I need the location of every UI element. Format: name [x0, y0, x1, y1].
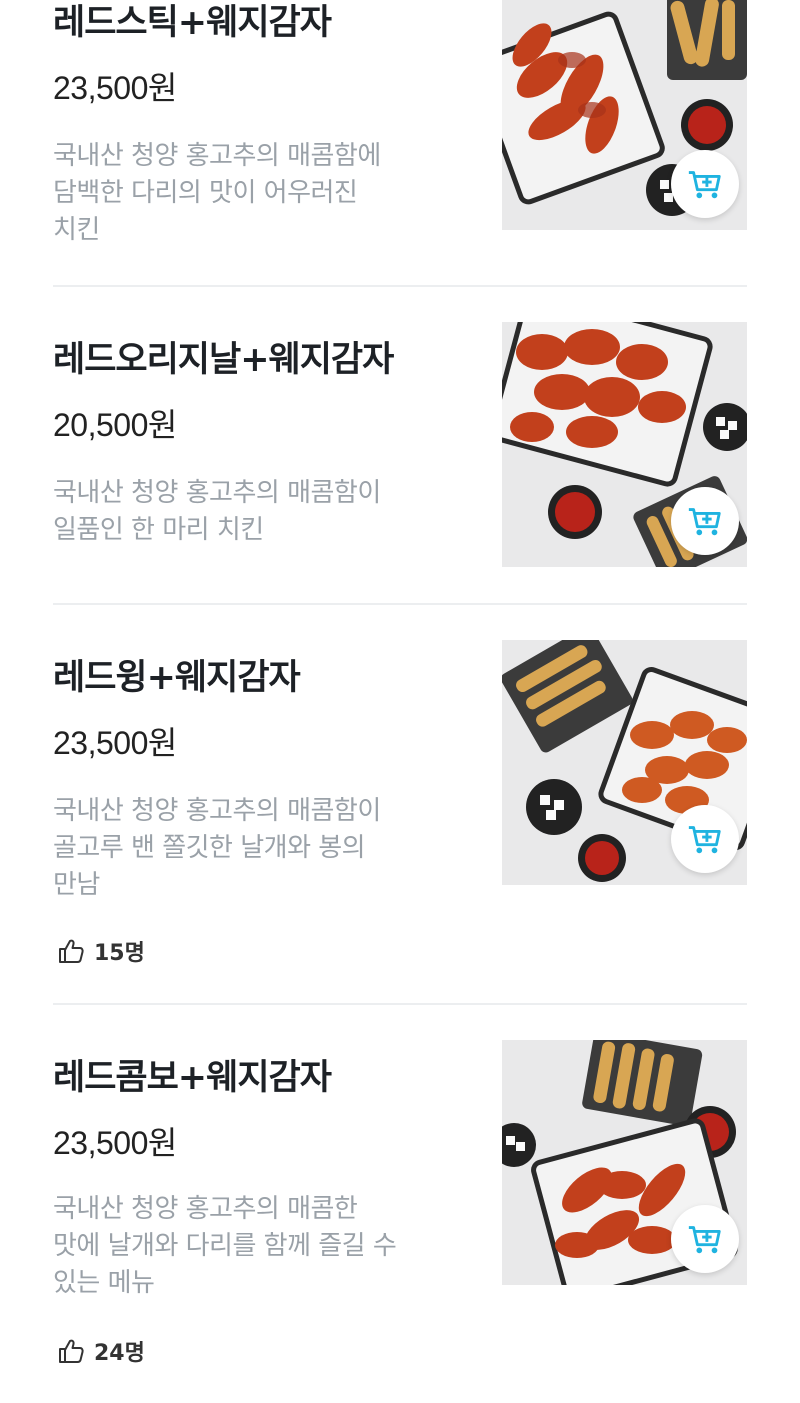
menu-item-price: 23,500원	[53, 1125, 177, 1161]
description-line: 담백한 다리의 맛이 어우러진	[53, 178, 358, 208]
description-line: 치킨	[53, 215, 100, 245]
menu-item[interactable]: 레드오리지날+웨지감자 20,500원 국내산 청양 홍고추의 매콤함이 일품인…	[53, 287, 747, 603]
like-count[interactable]: 24명	[57, 1335, 145, 1367]
description-line: 국내산 청양 홍고추의 매콤함이	[53, 796, 381, 826]
like-count[interactable]: 15명	[57, 935, 145, 967]
add-to-cart-icon	[688, 1226, 721, 1254]
menu-item-description: 국내산 청양 홍고추의 매콤함이 골고루 밴 쫄깃한 날개와 봉의 만남	[53, 793, 463, 904]
menu-item-price: 23,500원	[53, 725, 177, 761]
add-to-cart-button[interactable]	[671, 1205, 739, 1273]
add-to-cart-button[interactable]	[671, 150, 739, 218]
add-to-cart-icon	[688, 826, 721, 854]
add-to-cart-button[interactable]	[671, 805, 739, 873]
menu-item-description: 국내산 청양 홍고추의 매콤함이 일품인 한 마리 치킨	[53, 475, 463, 549]
like-count-label: 24명	[94, 1341, 145, 1366]
menu-list: 레드스틱+웨지감자 23,500원 국내산 청양 홍고추의 매콤함에 담백한 다…	[0, 0, 800, 1403]
menu-item-title: 레드콤보+웨지감자	[53, 1058, 332, 1098]
menu-item-title: 레드윙+웨지감자	[53, 658, 301, 698]
menu-item-description: 국내산 청양 홍고추의 매콤함에 담백한 다리의 맛이 어우러진 치킨	[53, 138, 463, 249]
description-line: 있는 메뉴	[53, 1268, 155, 1298]
menu-item-description: 국내산 청양 홍고추의 매콤한 맛에 날개와 다리를 함께 즐길 수 있는 메뉴	[53, 1191, 463, 1302]
description-line: 국내산 청양 홍고추의 매콤함이	[53, 478, 381, 508]
menu-item[interactable]: 레드스틱+웨지감자 23,500원 국내산 청양 홍고추의 매콤함에 담백한 다…	[53, 0, 747, 285]
add-to-cart-button[interactable]	[671, 487, 739, 555]
menu-item-price: 20,500원	[53, 407, 177, 443]
menu-item[interactable]: 레드윙+웨지감자 23,500원 국내산 청양 홍고추의 매콤함이 골고루 밴 …	[53, 605, 747, 1003]
menu-item-image[interactable]	[502, 640, 747, 885]
description-line: 만남	[53, 870, 100, 900]
like-count-label: 15명	[94, 941, 145, 966]
description-line: 일품인 한 마리 치킨	[53, 515, 264, 545]
thumbs-up-icon	[59, 1339, 84, 1363]
menu-item[interactable]: 레드콤보+웨지감자 23,500원 국내산 청양 홍고추의 매콤한 맛에 날개와…	[53, 1005, 747, 1403]
description-line: 국내산 청양 홍고추의 매콤한	[53, 1194, 358, 1224]
menu-item-image[interactable]	[502, 322, 747, 567]
menu-item-title: 레드오리지날+웨지감자	[53, 340, 394, 380]
description-line: 골고루 밴 쫄깃한 날개와 봉의	[53, 833, 366, 863]
thumbs-up-icon	[59, 939, 84, 963]
menu-item-image[interactable]	[502, 0, 747, 230]
menu-item-image[interactable]	[502, 1040, 747, 1285]
menu-item-price: 23,500원	[53, 70, 177, 106]
add-to-cart-icon	[688, 171, 721, 199]
description-line: 국내산 청양 홍고추의 매콤함에	[53, 141, 381, 171]
menu-item-title: 레드스틱+웨지감자	[53, 3, 332, 43]
description-line: 맛에 날개와 다리를 함께 즐길 수	[53, 1231, 397, 1261]
add-to-cart-icon	[688, 508, 721, 536]
